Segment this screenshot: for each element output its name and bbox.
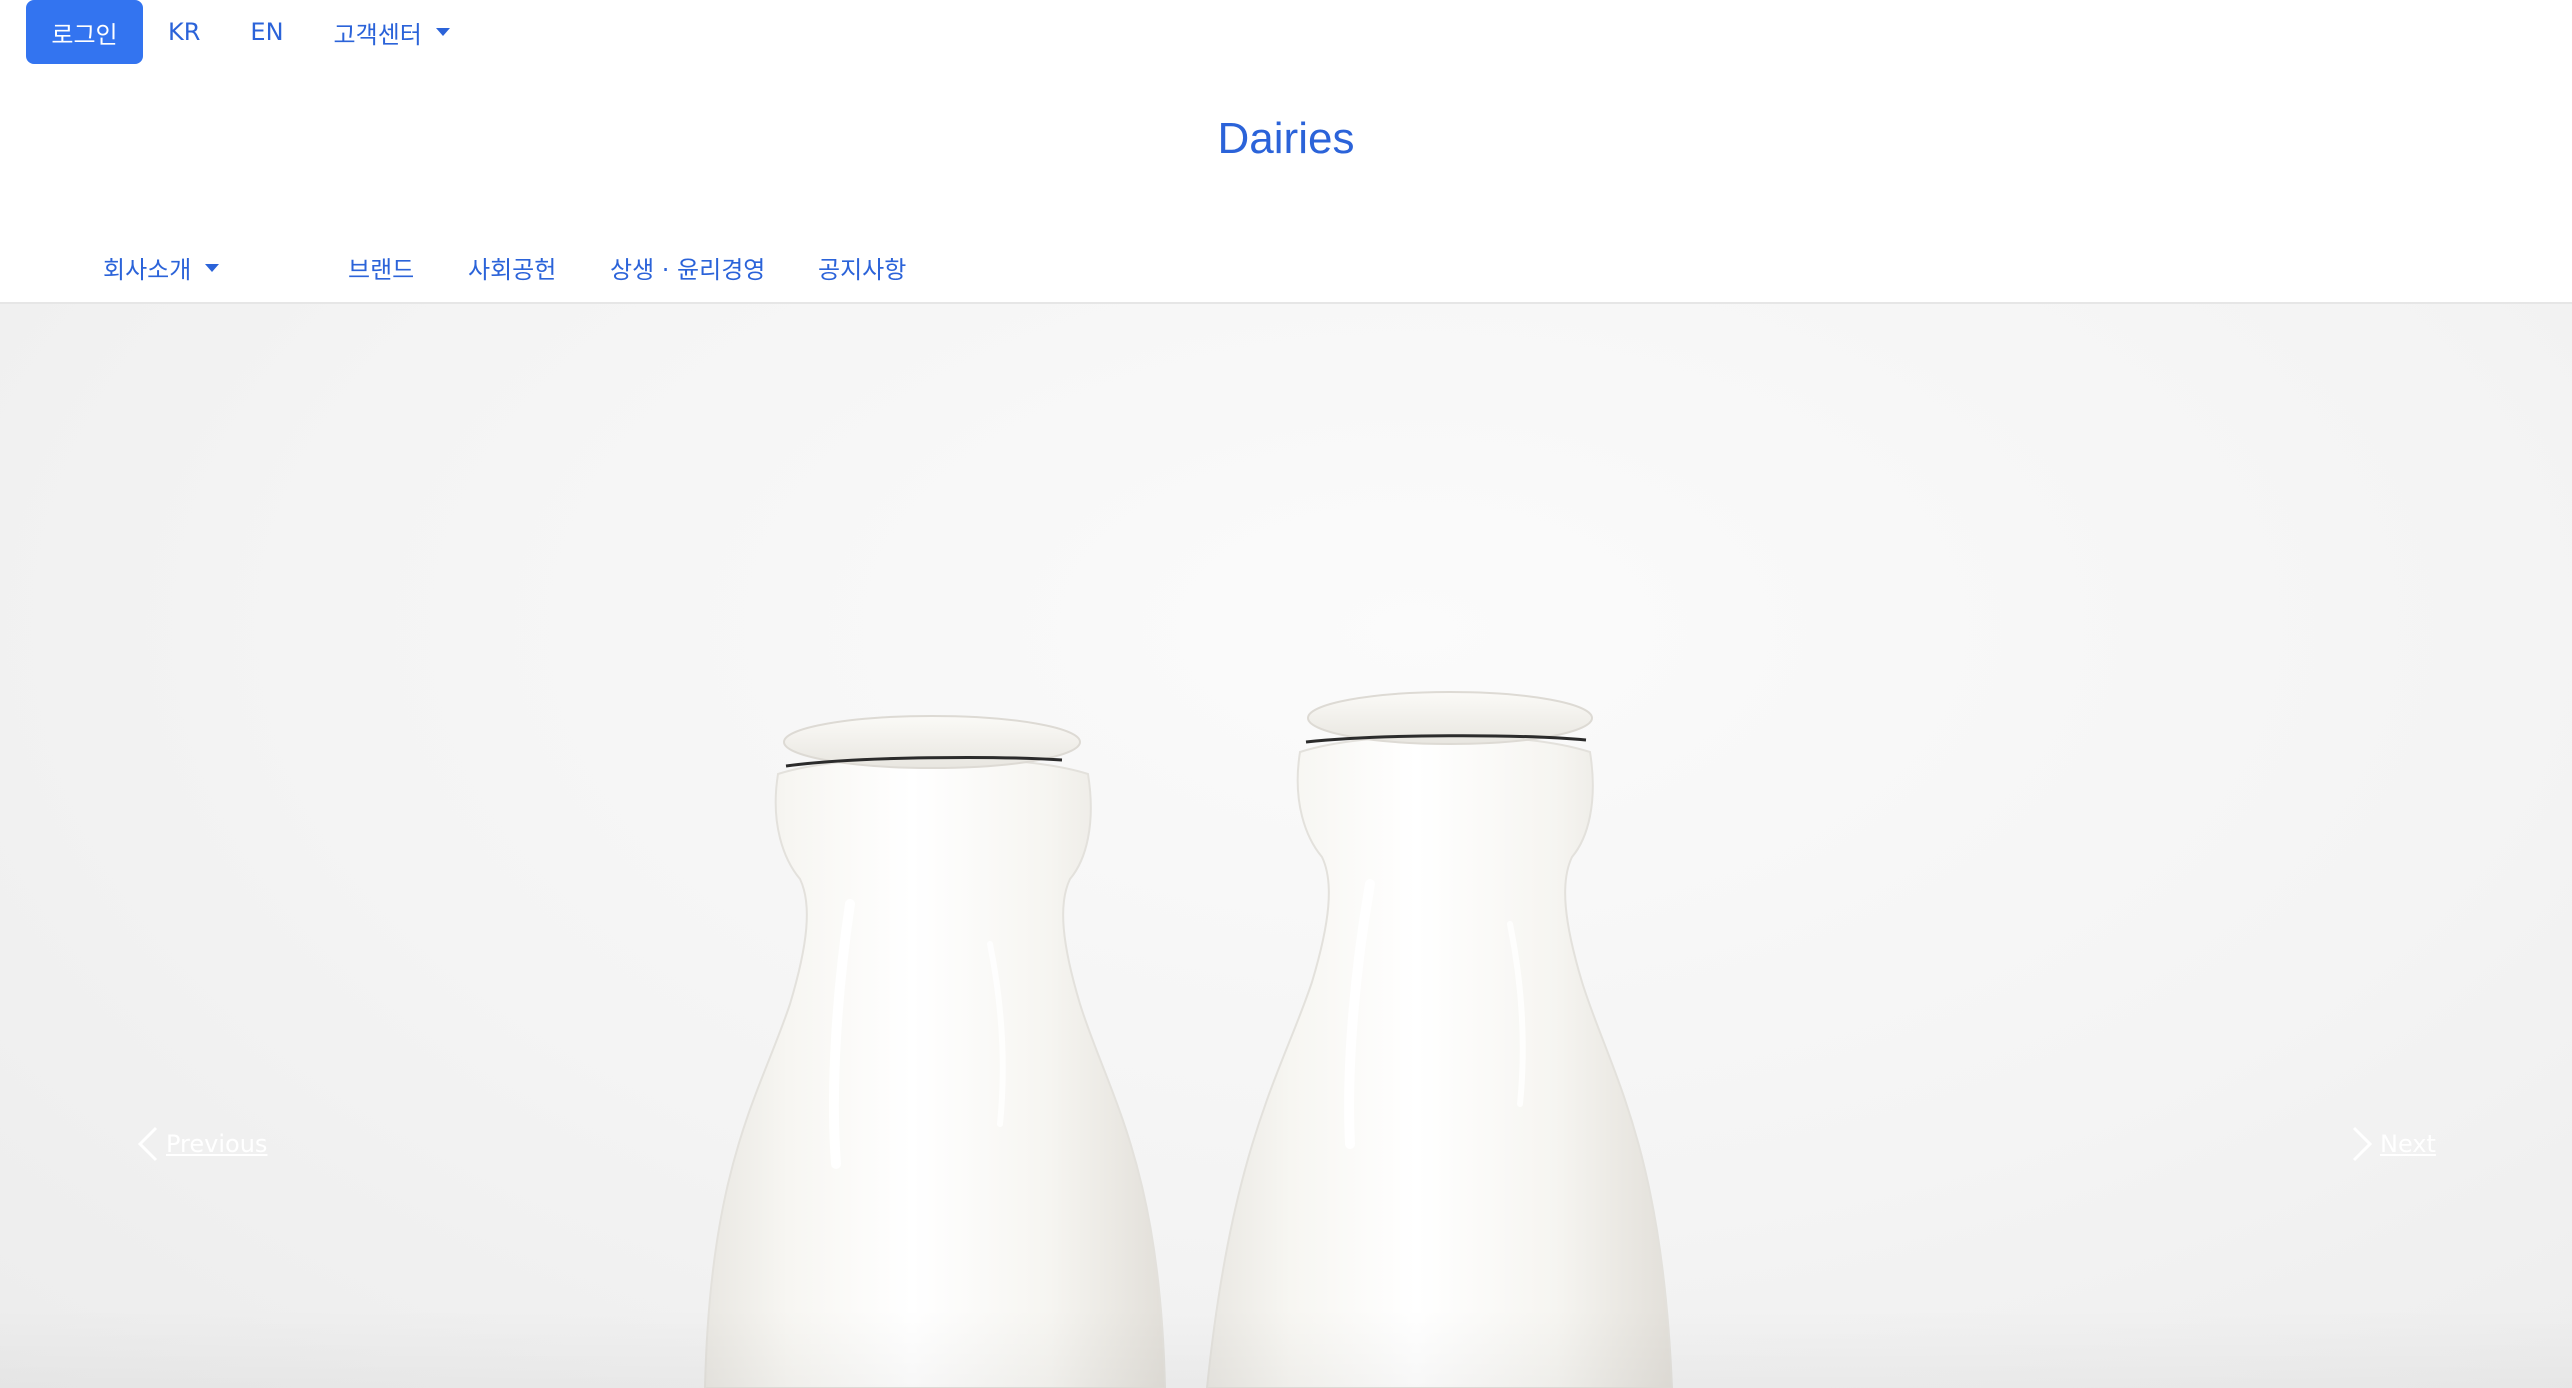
main-nav: 회사소개 브랜드 사회공헌 상생 · 윤리경영 공지사항 [0,250,2572,292]
carousel-next-button[interactable]: Next [2344,1124,2436,1164]
top-utility-bar: 로그인 KR EN 고객센터 [26,0,450,64]
carousel-prev-label: Previous [166,1130,268,1158]
hero-carousel: Previous Next [0,304,2572,1388]
caret-down-icon [435,28,450,36]
caret-down-icon [205,263,220,272]
nav-item-label: 공지사항 [818,256,907,284]
carousel-next-label: Next [2380,1130,2436,1158]
nav-item-label: 사회공헌 [468,256,557,284]
nav-item-label: 회사소개 [103,256,192,284]
customer-center-label: 고객센터 [333,20,422,49]
nav-item-notice[interactable]: 공지사항 [818,250,906,285]
chevron-left-icon [137,1126,158,1162]
hero-bottom-shade [0,1308,2572,1388]
left-bottle [703,715,1167,1388]
lang-en-link[interactable]: EN [250,18,283,46]
brand-title[interactable]: Dairies [0,114,2572,164]
nav-item-label: 브랜드 [348,256,415,284]
nav-item-company[interactable]: 회사소개 [103,250,220,285]
customer-center-dropdown[interactable]: 고객센터 [334,15,450,50]
milk-bottles-image [703,691,1674,1388]
right-bottle [1205,691,1674,1388]
lang-kr-link[interactable]: KR [168,18,200,46]
nav-item-social[interactable]: 사회공헌 [468,250,556,285]
nav-item-brand[interactable]: 브랜드 [348,250,414,285]
login-button[interactable]: 로그인 [26,0,143,64]
page: 로그인 KR EN 고객센터 Dairies 회사소개 브랜드 사회공헌 상생 … [0,0,2572,1388]
nav-item-label: 상생 · 윤리경영 [610,256,766,284]
nav-item-ethics[interactable]: 상생 · 윤리경영 [610,250,765,285]
carousel-prev-button[interactable]: Previous [130,1124,267,1164]
chevron-right-icon [2352,1126,2373,1162]
